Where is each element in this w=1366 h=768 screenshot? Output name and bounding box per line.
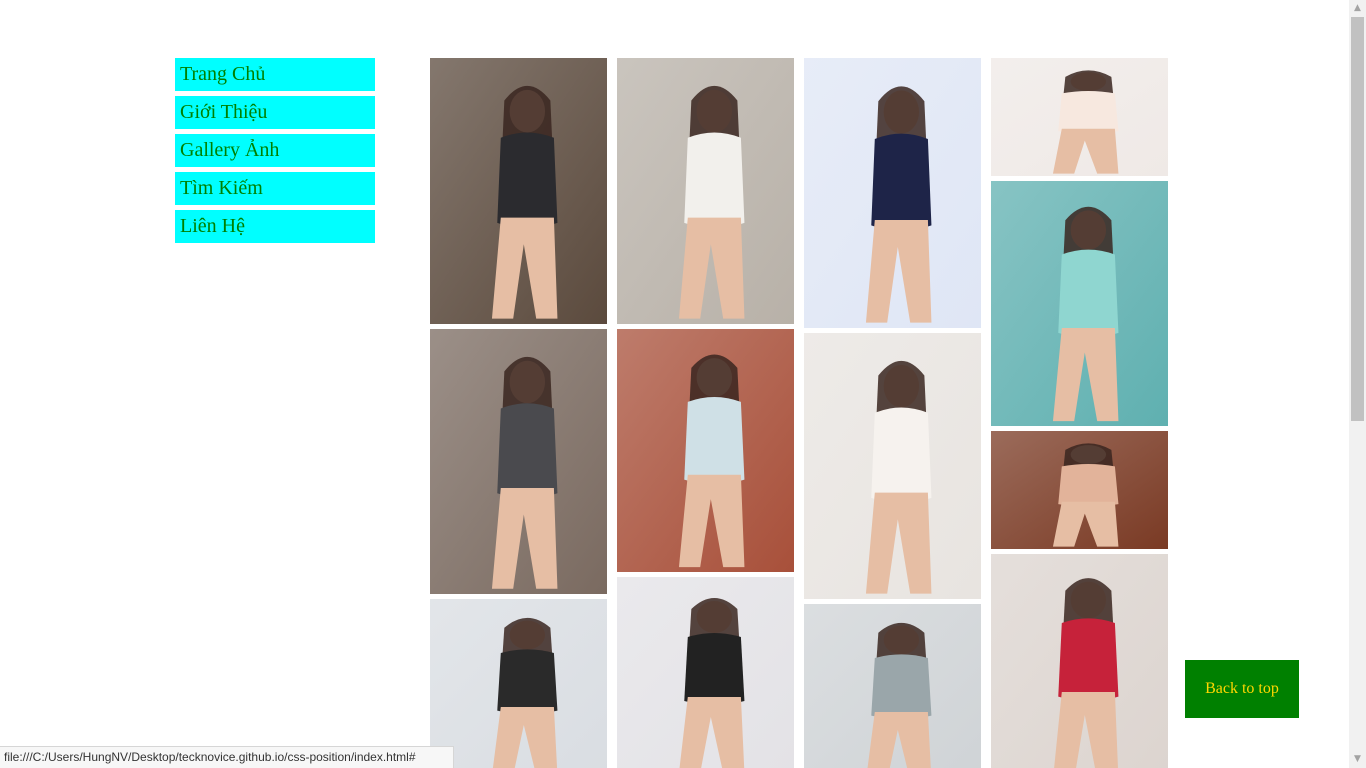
photo-icon xyxy=(617,58,794,324)
photo-icon xyxy=(804,333,981,599)
nav-item-contact[interactable]: Liên Hệ xyxy=(175,210,375,243)
page: Trang Chủ Giới Thiệu Gallery Ảnh Tìm Kiế… xyxy=(0,0,1366,768)
gallery-photo[interactable] xyxy=(804,333,981,599)
gallery-column-1 xyxy=(430,58,607,768)
nav-item-about[interactable]: Giới Thiệu xyxy=(175,96,375,129)
status-bar-url: file:///C:/Users/HungNV/Desktop/tecknovi… xyxy=(0,746,454,768)
photo-icon xyxy=(991,554,1168,768)
photo-icon xyxy=(430,599,607,768)
photo-icon xyxy=(430,58,607,324)
gallery-photo[interactable] xyxy=(991,431,1168,549)
gallery-photo[interactable] xyxy=(430,329,607,594)
scrollbar-thumb[interactable] xyxy=(1351,17,1364,421)
nav-item-gallery[interactable]: Gallery Ảnh xyxy=(175,134,375,167)
gallery-photo[interactable] xyxy=(617,58,794,324)
back-to-top-button[interactable]: Back to top xyxy=(1185,660,1299,718)
photo-gallery xyxy=(430,58,1168,768)
photo-icon xyxy=(804,604,981,768)
gallery-photo[interactable] xyxy=(617,329,794,572)
gallery-photo[interactable] xyxy=(617,577,794,768)
gallery-column-3 xyxy=(804,58,981,768)
photo-icon xyxy=(617,329,794,572)
vertical-scrollbar[interactable]: ▲ ▼ xyxy=(1349,0,1366,768)
nav-item-search[interactable]: Tìm Kiếm xyxy=(175,172,375,205)
nav-item-home[interactable]: Trang Chủ xyxy=(175,58,375,91)
gallery-photo[interactable] xyxy=(430,599,607,768)
photo-icon xyxy=(991,58,1168,176)
photo-icon xyxy=(804,58,981,328)
gallery-photo[interactable] xyxy=(991,554,1168,768)
gallery-photo[interactable] xyxy=(804,58,981,328)
side-nav: Trang Chủ Giới Thiệu Gallery Ảnh Tìm Kiế… xyxy=(175,58,375,248)
photo-icon xyxy=(991,431,1168,549)
scroll-down-arrow-icon[interactable]: ▼ xyxy=(1349,751,1366,768)
gallery-column-2 xyxy=(617,58,794,768)
photo-icon xyxy=(617,577,794,768)
gallery-photo[interactable] xyxy=(991,181,1168,426)
photo-icon xyxy=(430,329,607,594)
gallery-photo[interactable] xyxy=(430,58,607,324)
scroll-up-arrow-icon[interactable]: ▲ xyxy=(1349,0,1366,17)
gallery-photo[interactable] xyxy=(804,604,981,768)
gallery-column-4 xyxy=(991,58,1168,768)
photo-icon xyxy=(991,181,1168,426)
gallery-photo[interactable] xyxy=(991,58,1168,176)
